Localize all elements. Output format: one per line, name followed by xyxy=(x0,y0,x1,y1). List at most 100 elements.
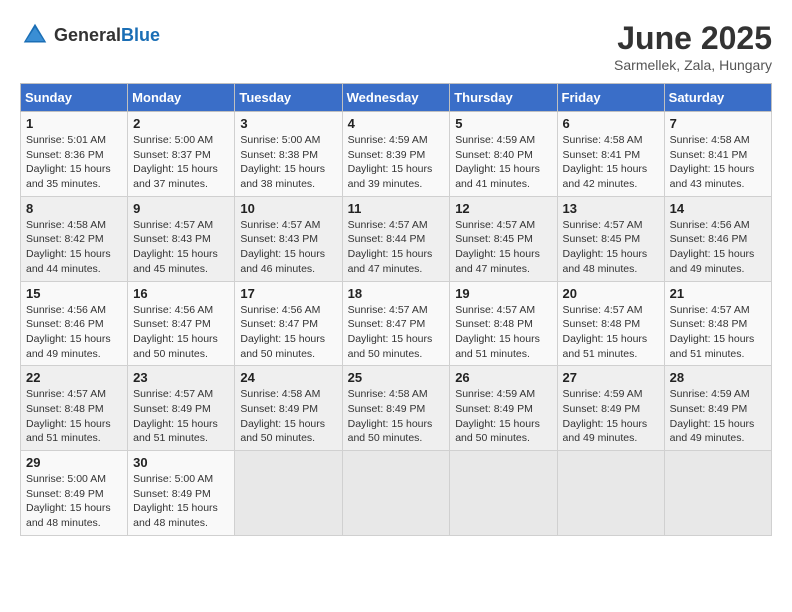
day-number: 15 xyxy=(26,286,122,301)
calendar-day-cell: 24 Sunrise: 4:58 AM Sunset: 8:49 PM Dayl… xyxy=(235,366,342,451)
day-number: 22 xyxy=(26,370,122,385)
day-number: 4 xyxy=(348,116,445,131)
day-of-week-header: Friday xyxy=(557,84,664,112)
calendar-week-row: 8 Sunrise: 4:58 AM Sunset: 8:42 PM Dayli… xyxy=(21,196,772,281)
day-number: 13 xyxy=(563,201,659,216)
day-info: Sunrise: 4:58 AM Sunset: 8:42 PM Dayligh… xyxy=(26,218,122,277)
logo-icon xyxy=(20,20,50,50)
logo: GeneralBlue xyxy=(20,20,160,50)
logo-text-general: General xyxy=(54,25,121,45)
calendar-day-cell: 8 Sunrise: 4:58 AM Sunset: 8:42 PM Dayli… xyxy=(21,196,128,281)
calendar-day-cell: 27 Sunrise: 4:59 AM Sunset: 8:49 PM Dayl… xyxy=(557,366,664,451)
day-number: 26 xyxy=(455,370,551,385)
day-number: 2 xyxy=(133,116,229,131)
calendar-day-cell: 21 Sunrise: 4:57 AM Sunset: 8:48 PM Dayl… xyxy=(664,281,771,366)
day-of-week-header: Saturday xyxy=(664,84,771,112)
day-info: Sunrise: 4:59 AM Sunset: 8:49 PM Dayligh… xyxy=(670,387,766,446)
day-info: Sunrise: 4:58 AM Sunset: 8:41 PM Dayligh… xyxy=(670,133,766,192)
calendar-week-row: 29 Sunrise: 5:00 AM Sunset: 8:49 PM Dayl… xyxy=(21,451,772,536)
calendar-day-cell: 3 Sunrise: 5:00 AM Sunset: 8:38 PM Dayli… xyxy=(235,112,342,197)
day-number: 19 xyxy=(455,286,551,301)
day-info: Sunrise: 5:01 AM Sunset: 8:36 PM Dayligh… xyxy=(26,133,122,192)
day-info: Sunrise: 5:00 AM Sunset: 8:38 PM Dayligh… xyxy=(240,133,336,192)
calendar-day-cell: 7 Sunrise: 4:58 AM Sunset: 8:41 PM Dayli… xyxy=(664,112,771,197)
day-number: 3 xyxy=(240,116,336,131)
calendar-day-cell: 18 Sunrise: 4:57 AM Sunset: 8:47 PM Dayl… xyxy=(342,281,450,366)
day-info: Sunrise: 4:58 AM Sunset: 8:41 PM Dayligh… xyxy=(563,133,659,192)
day-number: 6 xyxy=(563,116,659,131)
calendar-day-cell: 23 Sunrise: 4:57 AM Sunset: 8:49 PM Dayl… xyxy=(128,366,235,451)
day-number: 5 xyxy=(455,116,551,131)
day-info: Sunrise: 4:57 AM Sunset: 8:43 PM Dayligh… xyxy=(133,218,229,277)
day-info: Sunrise: 4:57 AM Sunset: 8:48 PM Dayligh… xyxy=(563,303,659,362)
day-info: Sunrise: 4:57 AM Sunset: 8:47 PM Dayligh… xyxy=(348,303,445,362)
calendar-day-cell: 12 Sunrise: 4:57 AM Sunset: 8:45 PM Dayl… xyxy=(450,196,557,281)
calendar-day-cell xyxy=(664,451,771,536)
calendar-day-cell: 19 Sunrise: 4:57 AM Sunset: 8:48 PM Dayl… xyxy=(450,281,557,366)
calendar-header-row: SundayMondayTuesdayWednesdayThursdayFrid… xyxy=(21,84,772,112)
location: Sarmellek, Zala, Hungary xyxy=(614,57,772,73)
calendar-day-cell: 20 Sunrise: 4:57 AM Sunset: 8:48 PM Dayl… xyxy=(557,281,664,366)
day-info: Sunrise: 4:59 AM Sunset: 8:49 PM Dayligh… xyxy=(455,387,551,446)
day-number: 25 xyxy=(348,370,445,385)
day-info: Sunrise: 4:57 AM Sunset: 8:48 PM Dayligh… xyxy=(26,387,122,446)
day-of-week-header: Thursday xyxy=(450,84,557,112)
calendar-day-cell: 13 Sunrise: 4:57 AM Sunset: 8:45 PM Dayl… xyxy=(557,196,664,281)
day-number: 1 xyxy=(26,116,122,131)
calendar-day-cell: 10 Sunrise: 4:57 AM Sunset: 8:43 PM Dayl… xyxy=(235,196,342,281)
calendar-week-row: 15 Sunrise: 4:56 AM Sunset: 8:46 PM Dayl… xyxy=(21,281,772,366)
day-info: Sunrise: 4:59 AM Sunset: 8:49 PM Dayligh… xyxy=(563,387,659,446)
calendar-week-row: 1 Sunrise: 5:01 AM Sunset: 8:36 PM Dayli… xyxy=(21,112,772,197)
day-number: 20 xyxy=(563,286,659,301)
day-number: 12 xyxy=(455,201,551,216)
day-number: 9 xyxy=(133,201,229,216)
day-info: Sunrise: 4:57 AM Sunset: 8:49 PM Dayligh… xyxy=(133,387,229,446)
day-number: 24 xyxy=(240,370,336,385)
calendar-day-cell: 2 Sunrise: 5:00 AM Sunset: 8:37 PM Dayli… xyxy=(128,112,235,197)
day-info: Sunrise: 4:56 AM Sunset: 8:47 PM Dayligh… xyxy=(133,303,229,362)
calendar-day-cell: 28 Sunrise: 4:59 AM Sunset: 8:49 PM Dayl… xyxy=(664,366,771,451)
calendar-day-cell: 6 Sunrise: 4:58 AM Sunset: 8:41 PM Dayli… xyxy=(557,112,664,197)
calendar-day-cell: 1 Sunrise: 5:01 AM Sunset: 8:36 PM Dayli… xyxy=(21,112,128,197)
day-info: Sunrise: 4:57 AM Sunset: 8:44 PM Dayligh… xyxy=(348,218,445,277)
day-info: Sunrise: 4:57 AM Sunset: 8:43 PM Dayligh… xyxy=(240,218,336,277)
day-of-week-header: Sunday xyxy=(21,84,128,112)
calendar-day-cell: 14 Sunrise: 4:56 AM Sunset: 8:46 PM Dayl… xyxy=(664,196,771,281)
day-info: Sunrise: 5:00 AM Sunset: 8:49 PM Dayligh… xyxy=(26,472,122,531)
calendar-day-cell xyxy=(235,451,342,536)
day-of-week-header: Tuesday xyxy=(235,84,342,112)
calendar-week-row: 22 Sunrise: 4:57 AM Sunset: 8:48 PM Dayl… xyxy=(21,366,772,451)
day-info: Sunrise: 4:58 AM Sunset: 8:49 PM Dayligh… xyxy=(348,387,445,446)
day-number: 29 xyxy=(26,455,122,470)
calendar-day-cell xyxy=(557,451,664,536)
calendar-day-cell: 9 Sunrise: 4:57 AM Sunset: 8:43 PM Dayli… xyxy=(128,196,235,281)
day-number: 30 xyxy=(133,455,229,470)
day-number: 16 xyxy=(133,286,229,301)
calendar-day-cell: 25 Sunrise: 4:58 AM Sunset: 8:49 PM Dayl… xyxy=(342,366,450,451)
day-number: 7 xyxy=(670,116,766,131)
day-info: Sunrise: 4:56 AM Sunset: 8:46 PM Dayligh… xyxy=(26,303,122,362)
calendar-day-cell: 29 Sunrise: 5:00 AM Sunset: 8:49 PM Dayl… xyxy=(21,451,128,536)
day-info: Sunrise: 4:57 AM Sunset: 8:45 PM Dayligh… xyxy=(455,218,551,277)
day-number: 18 xyxy=(348,286,445,301)
day-info: Sunrise: 4:57 AM Sunset: 8:48 PM Dayligh… xyxy=(455,303,551,362)
day-of-week-header: Monday xyxy=(128,84,235,112)
calendar-day-cell: 22 Sunrise: 4:57 AM Sunset: 8:48 PM Dayl… xyxy=(21,366,128,451)
calendar-day-cell xyxy=(450,451,557,536)
day-number: 11 xyxy=(348,201,445,216)
calendar-day-cell: 17 Sunrise: 4:56 AM Sunset: 8:47 PM Dayl… xyxy=(235,281,342,366)
day-number: 23 xyxy=(133,370,229,385)
day-number: 17 xyxy=(240,286,336,301)
day-info: Sunrise: 4:58 AM Sunset: 8:49 PM Dayligh… xyxy=(240,387,336,446)
day-info: Sunrise: 4:59 AM Sunset: 8:39 PM Dayligh… xyxy=(348,133,445,192)
day-info: Sunrise: 4:56 AM Sunset: 8:47 PM Dayligh… xyxy=(240,303,336,362)
logo-text-blue: Blue xyxy=(121,25,160,45)
month-title: June 2025 xyxy=(614,20,772,57)
calendar-day-cell: 11 Sunrise: 4:57 AM Sunset: 8:44 PM Dayl… xyxy=(342,196,450,281)
calendar-day-cell: 30 Sunrise: 5:00 AM Sunset: 8:49 PM Dayl… xyxy=(128,451,235,536)
calendar-day-cell: 5 Sunrise: 4:59 AM Sunset: 8:40 PM Dayli… xyxy=(450,112,557,197)
day-number: 10 xyxy=(240,201,336,216)
title-area: June 2025 Sarmellek, Zala, Hungary xyxy=(614,20,772,73)
day-info: Sunrise: 4:57 AM Sunset: 8:48 PM Dayligh… xyxy=(670,303,766,362)
day-info: Sunrise: 5:00 AM Sunset: 8:49 PM Dayligh… xyxy=(133,472,229,531)
